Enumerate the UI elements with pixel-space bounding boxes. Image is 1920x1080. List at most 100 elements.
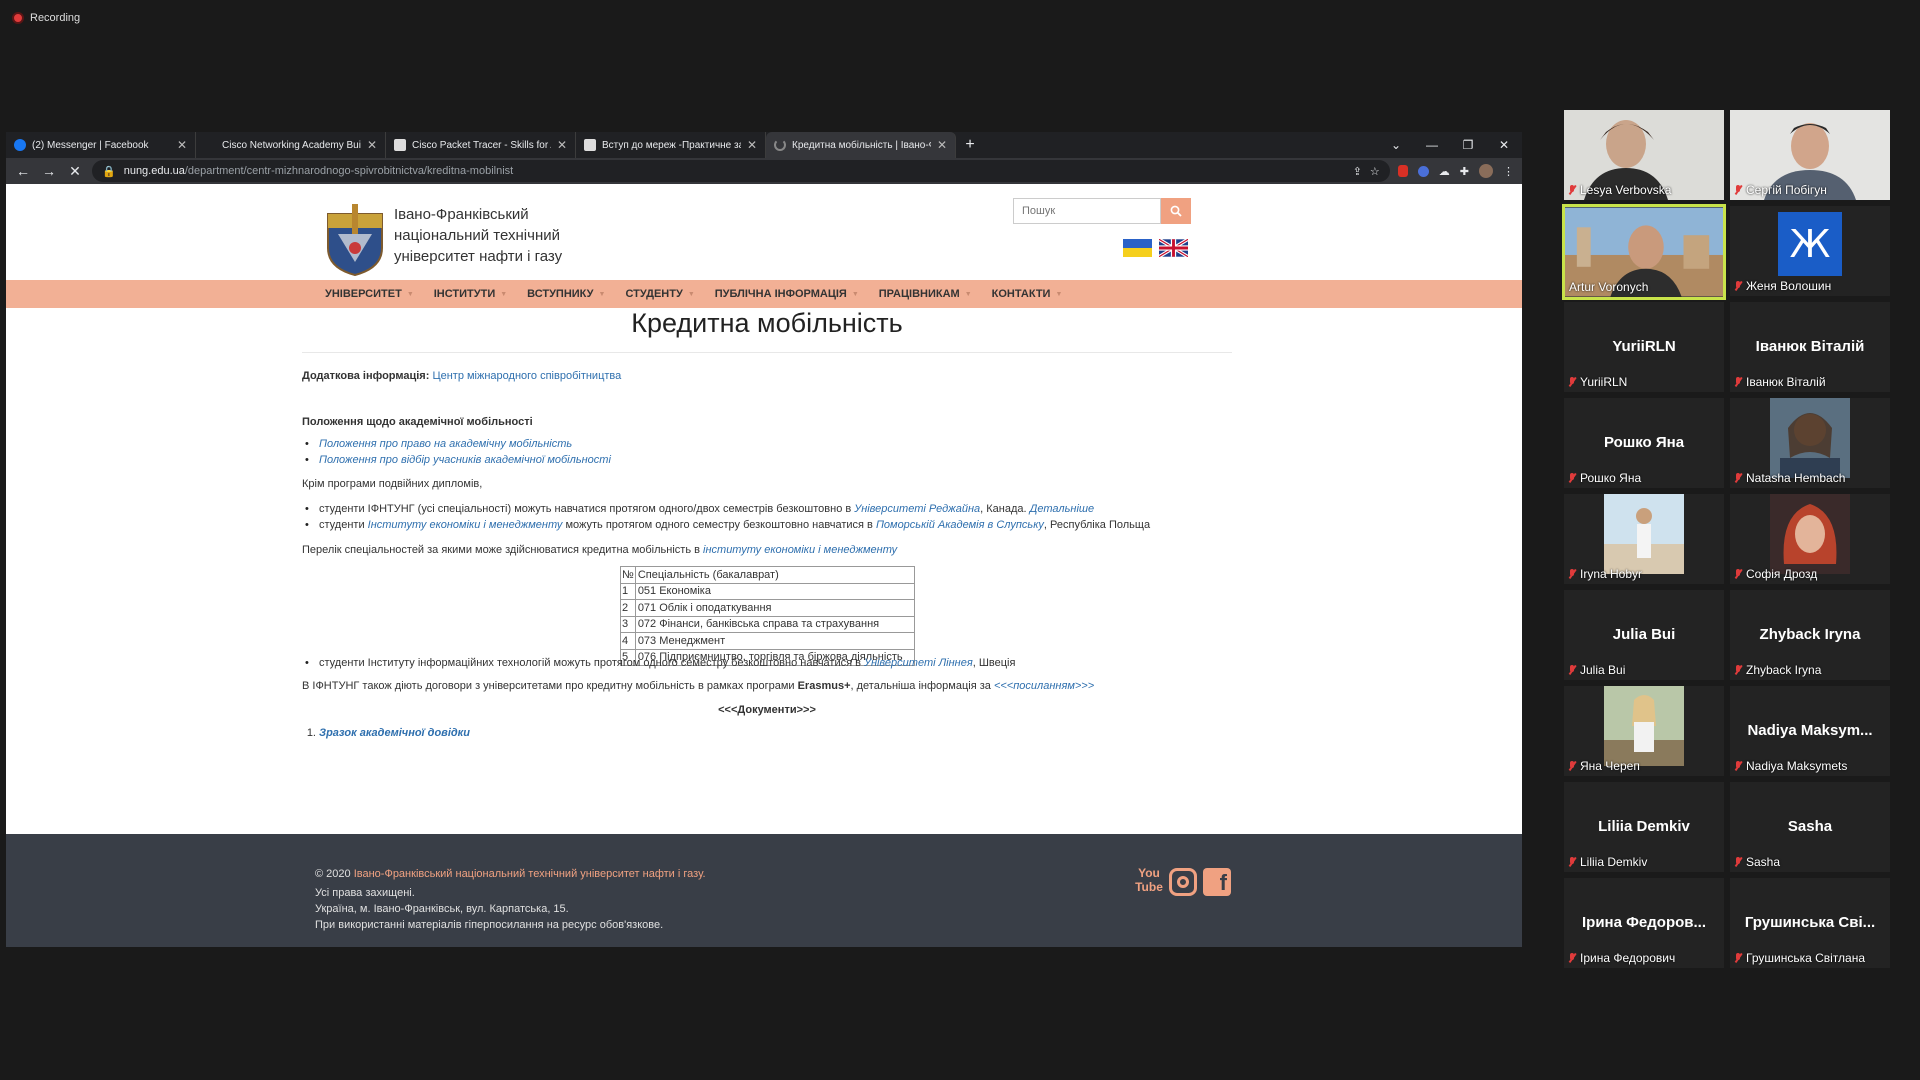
participant-label: Сергій Побігун — [1734, 183, 1827, 197]
extension-icon[interactable] — [1417, 165, 1429, 177]
nav-label: УНІВЕРСИТЕТ — [325, 288, 402, 300]
participant-tile[interactable]: Liliia Demkiv Liliia Demkiv — [1564, 782, 1724, 872]
close-icon[interactable]: ✕ — [177, 138, 187, 152]
participant-label: YuriiRLN — [1568, 375, 1627, 389]
forward-icon[interactable]: → — [40, 163, 58, 179]
address-input[interactable]: 🔒 nung.edu.ua/department/centr-mizhnarod… — [92, 160, 1390, 182]
instagram-icon[interactable] — [1169, 868, 1197, 896]
participant-tile[interactable]: Яна Череп — [1564, 686, 1724, 776]
university-logo[interactable] — [324, 204, 386, 276]
muted-mic-icon — [1568, 953, 1576, 963]
additional-info: Додаткова інформація: Центр міжнародного… — [302, 370, 621, 382]
participant-display-name: Грушинська Сві... — [1744, 914, 1876, 931]
nav-institutes[interactable]: ІНСТИТУТИ ▼ — [434, 288, 507, 300]
extension-icon[interactable] — [1397, 165, 1408, 177]
star-icon[interactable]: ☆ — [1370, 165, 1380, 178]
participant-tile[interactable]: Iryna Hobyr — [1564, 494, 1724, 584]
participant-tile[interactable]: Nadiya Maksym... Nadiya Maksymets — [1730, 686, 1890, 776]
muted-mic-icon — [1734, 761, 1742, 771]
tab-packet-tracer[interactable]: Cisco Packet Tracer - Skills for All ✕ — [386, 132, 576, 158]
new-tab-button[interactable]: + — [956, 132, 984, 158]
nav-university[interactable]: УНІВЕРСИТЕТ ▼ — [325, 288, 414, 300]
address-bar-row: ← → ✕ 🔒 nung.edu.ua/department/centr-miz… — [6, 158, 1522, 184]
participant-tile[interactable]: Грушинська Сві... Грушинська Світлана — [1730, 878, 1890, 968]
participant-tile[interactable]: YuriiRLN YuriiRLN — [1564, 302, 1724, 392]
footer-line: Усі права захищені. — [315, 887, 415, 899]
participant-tile[interactable]: Ж Женя Волошин — [1730, 206, 1890, 296]
specialties-table: № Спеціальність (бакалаврат) 1 051 Економі… — [620, 566, 916, 666]
nav-employees[interactable]: ПРАЦІВНИКАМ ▼ — [879, 288, 972, 300]
participant-tile-active-speaker[interactable]: Artur Voronych — [1562, 204, 1726, 300]
linnaeus-university-link[interactable]: Університеті Ліннея — [864, 657, 973, 669]
participant-label: Artur Voronych — [1569, 280, 1648, 294]
regulation-link[interactable]: Положення про відбір учасників академічн… — [319, 454, 611, 466]
participant-tile[interactable]: Sasha Sasha — [1730, 782, 1890, 872]
close-icon[interactable]: ✕ — [367, 138, 377, 152]
youtube-icon[interactable]: You Tube — [1135, 866, 1163, 898]
table-cell: 071 Облік і оподаткування — [634, 599, 916, 617]
close-icon[interactable]: ✕ — [747, 138, 757, 152]
english-flag-icon[interactable] — [1159, 239, 1188, 257]
participant-display-name: Liliia Demkiv — [1598, 818, 1690, 835]
tab-cisco-networking[interactable]: Cisco Networking Academy Builds ✕ — [196, 132, 386, 158]
kebab-menu-icon[interactable]: ⋮ — [1503, 165, 1514, 178]
participant-tile[interactable]: Natasha Hembach — [1730, 398, 1890, 488]
facebook-icon[interactable]: f — [1203, 868, 1231, 896]
muted-mic-icon — [1568, 761, 1576, 771]
university-link[interactable]: Івано-Франківський національний технічни… — [354, 868, 706, 880]
table-header: Спеціальність (бакалаврат) — [634, 566, 916, 584]
restore-button[interactable]: ❐ — [1450, 138, 1486, 152]
regina-university-link[interactable]: Університеті Реджайна — [854, 503, 980, 515]
list-item: студенти ІФНТУНГ (усі спеціальності) мож… — [302, 501, 1150, 517]
site-header: Івано-Франківський національний технічни… — [6, 184, 1522, 280]
participant-tile[interactable]: Іванюк Віталій Іванюк Віталій — [1730, 302, 1890, 392]
university-name[interactable]: Івано-Франківський національний технічни… — [394, 204, 562, 267]
participant-tile[interactable]: Ірина Федоров... Ірина Федорович — [1564, 878, 1724, 968]
tab-search-icon[interactable]: ⌄ — [1378, 138, 1414, 152]
participant-tile[interactable]: Сергій Побігун — [1730, 110, 1890, 200]
participant-tile[interactable]: Рошко Яна Рошко Яна — [1564, 398, 1724, 488]
profile-avatar[interactable] — [1479, 164, 1493, 178]
close-window-button[interactable]: ✕ — [1486, 138, 1522, 152]
extension-badge-icon[interactable]: ☁ — [1439, 165, 1450, 178]
nav-public-info[interactable]: ПУБЛІЧНА ІНФОРМАЦІЯ ▼ — [715, 288, 859, 300]
tab-facebook[interactable]: (2) Messenger | Facebook ✕ — [6, 132, 196, 158]
minimize-button[interactable]: — — [1414, 138, 1450, 152]
details-link[interactable]: Детальніше — [1030, 503, 1095, 515]
share-icon[interactable]: ⇪ — [1353, 165, 1362, 178]
institute-economics-link[interactable]: Інституту економіки і менеджменту — [368, 519, 563, 531]
participant-display-name: Рошко Яна — [1603, 434, 1685, 451]
list-item: Положення про право на академічну мобіль… — [302, 436, 611, 452]
search-input[interactable] — [1013, 198, 1161, 224]
paragraph: Крім програми подвійних дипломів, — [302, 478, 483, 490]
muted-mic-icon — [1568, 665, 1576, 675]
participant-tile[interactable]: Zhyback Iryna Zhyback Iryna — [1730, 590, 1890, 680]
participant-label: Liliia Demkiv — [1568, 855, 1647, 869]
participant-tile[interactable]: Lesya Verbovska — [1564, 110, 1724, 200]
nav-contacts[interactable]: КОНТАКТИ ▼ — [992, 288, 1063, 300]
nav-admission[interactable]: ВСТУПНИКУ ▼ — [527, 288, 605, 300]
close-icon[interactable]: ✕ — [557, 138, 567, 152]
ukrainian-flag-icon[interactable] — [1123, 239, 1152, 257]
document-link[interactable]: Зразок академічної довідки — [319, 727, 470, 739]
regulation-link[interactable]: Положення про право на академічну мобіль… — [319, 438, 572, 450]
muted-mic-icon — [1568, 569, 1576, 579]
puzzle-icon[interactable]: ✚ — [1460, 165, 1469, 178]
nav-student[interactable]: СТУДЕНТУ ▼ — [625, 288, 694, 300]
close-icon[interactable]: ✕ — [937, 138, 947, 152]
table-cell: 2 — [620, 599, 636, 617]
site-footer: © 2020 Івано-Франківський національний т… — [6, 834, 1522, 947]
back-icon[interactable]: ← — [14, 163, 32, 179]
pomeranian-academy-link[interactable]: Поморській Академія в Слупську — [876, 519, 1044, 531]
participant-tile[interactable]: Julia Bui Julia Bui — [1564, 590, 1724, 680]
tab-networks-intro[interactable]: Вступ до мереж -Практичне за ✕ — [576, 132, 766, 158]
participant-tile[interactable]: Софія Дрозд — [1730, 494, 1890, 584]
institute-economics-link[interactable]: інституту економіки і менеджменту — [703, 544, 897, 556]
participant-display-name: Nadiya Maksym... — [1747, 722, 1873, 739]
search-button[interactable] — [1161, 198, 1191, 224]
participant-name: Іванюк Віталій — [1746, 375, 1826, 389]
tab-credit-mobility[interactable]: Кредитна мобільність | Івано-Ф ✕ — [766, 132, 956, 158]
stop-loading-icon[interactable]: ✕ — [66, 163, 84, 180]
erasmus-link[interactable]: <<<посиланням>>> — [994, 680, 1094, 692]
center-link[interactable]: Центр міжнародного співробітництва — [432, 370, 621, 382]
